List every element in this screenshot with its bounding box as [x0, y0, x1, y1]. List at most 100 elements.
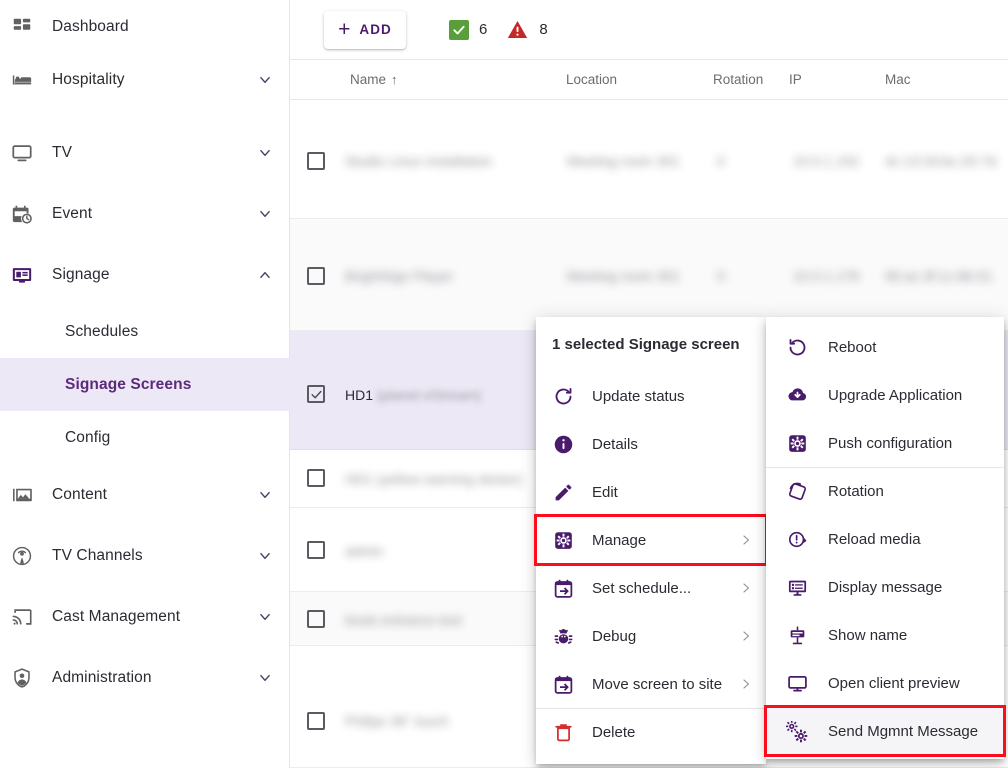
- table-header-row: Name ↑ Location Rotation IP Mac: [290, 60, 1008, 100]
- sidebar-item-label: Signage Screens: [65, 375, 192, 393]
- sidebar-item-event[interactable]: Event: [0, 187, 290, 240]
- chevron-down-icon[interactable]: [258, 73, 272, 87]
- menu-item-set-schedule[interactable]: Set schedule...: [536, 564, 766, 612]
- cell-name: HD1 (planet eStream): [345, 387, 481, 403]
- warning-icon[interactable]: [507, 20, 529, 40]
- sidebar-item-signage-screens[interactable]: Signage Screens: [0, 358, 290, 411]
- row-checkbox[interactable]: [307, 541, 325, 559]
- sidebar-item-config[interactable]: Config: [0, 411, 290, 464]
- submenu-item-label: Rotation: [828, 483, 884, 500]
- chevron-down-icon[interactable]: [258, 671, 272, 685]
- info-icon: [552, 433, 574, 455]
- sidebar-item-label: Schedules: [65, 322, 139, 340]
- event-icon: [10, 202, 34, 226]
- content-icon: [10, 483, 34, 507]
- menu-item-edit[interactable]: Edit: [536, 468, 766, 516]
- menu-item-update-status[interactable]: Update status: [536, 372, 766, 420]
- column-header-name[interactable]: Name ↑: [350, 72, 398, 87]
- menu-item-move-screen-to-site[interactable]: Move screen to site: [536, 660, 766, 708]
- manage-submenu: Reboot Upgrade Application Push configur…: [764, 317, 1006, 759]
- chevron-down-icon[interactable]: [258, 146, 272, 160]
- cell-ip: 10.0.1.152: [793, 153, 860, 169]
- sidebar-item-hospitality[interactable]: Hospitality: [0, 53, 290, 106]
- column-label: Mac: [885, 72, 911, 87]
- sidebar-item-label: Dashboard: [52, 17, 129, 35]
- add-button-label: ADD: [359, 22, 392, 37]
- monitor-icon: [786, 672, 808, 694]
- sidebar-item-schedules[interactable]: Schedules: [0, 305, 290, 358]
- submenu-item-send-mgmnt-message[interactable]: Send Mgmnt Message: [764, 705, 1006, 757]
- cell-name: Philips 36" touch: [345, 713, 449, 729]
- cell-rotation: 0: [717, 268, 725, 284]
- chevron-up-icon[interactable]: [258, 268, 272, 282]
- cell-name-prefix: HD1: [345, 387, 377, 403]
- column-label: IP: [789, 72, 802, 87]
- submenu-item-label: Display message: [828, 578, 943, 596]
- submenu-item-open-client-preview[interactable]: Open client preview: [766, 659, 1004, 707]
- menu-item-label: Move screen to site: [592, 675, 723, 693]
- cell-location: Meeting room 301: [567, 153, 680, 169]
- sidebar-item-tv[interactable]: TV: [0, 126, 290, 179]
- add-button[interactable]: + ADD: [324, 10, 406, 49]
- column-header-rotation[interactable]: Rotation: [713, 72, 763, 87]
- menu-item-label: Set schedule...: [592, 579, 692, 597]
- submenu-item-label: Show name: [828, 626, 908, 644]
- toolbar: + ADD 6 8: [290, 0, 1008, 60]
- sidebar-item-label: Config: [65, 428, 111, 446]
- submenu-item-upgrade-application[interactable]: Upgrade Application: [766, 371, 1004, 419]
- display-message-icon: [786, 576, 808, 598]
- check-icon[interactable]: [449, 19, 469, 40]
- column-header-ip[interactable]: IP: [789, 72, 802, 87]
- table-row[interactable]: BrightSign Player Meeting room 301 0 10.…: [290, 219, 1008, 331]
- sidebar-item-label: Signage: [52, 265, 110, 283]
- dashboard-icon: [10, 15, 34, 39]
- row-checkbox[interactable]: [307, 712, 325, 730]
- chevron-down-icon[interactable]: [258, 549, 272, 563]
- row-checkbox[interactable]: [307, 152, 325, 170]
- cell-location: Meeting room 301: [567, 268, 680, 284]
- submenu-item-display-message[interactable]: Display message: [766, 563, 1004, 611]
- column-header-location[interactable]: Location: [566, 72, 617, 87]
- menu-item-label: Update status: [592, 387, 685, 405]
- row-checkbox[interactable]: [307, 610, 325, 628]
- sidebar-item-administration[interactable]: Administration: [0, 651, 290, 704]
- sidebar-item-tv-channels[interactable]: TV Channels: [0, 529, 290, 582]
- column-label: Location: [566, 72, 618, 87]
- submenu-item-reboot[interactable]: Reboot: [766, 323, 1004, 371]
- cell-mac: 4c:13:33:bc:20:7d: [885, 153, 997, 169]
- menu-item-manage[interactable]: Manage: [534, 514, 768, 566]
- table-row[interactable]: Studio Linux installation Meeting room 3…: [290, 100, 1008, 219]
- chevron-down-icon[interactable]: [258, 207, 272, 221]
- row-checkbox-checked[interactable]: [307, 385, 325, 403]
- gears-icon: [786, 720, 808, 743]
- cell-name: HD1 (yellow warning sticker): [345, 471, 523, 487]
- menu-item-details[interactable]: Details: [536, 420, 766, 468]
- sidebar-item-cast-management[interactable]: Cast Management: [0, 590, 290, 643]
- chevron-down-icon[interactable]: [258, 488, 272, 502]
- chevron-down-icon[interactable]: [258, 610, 272, 624]
- row-checkbox[interactable]: [307, 469, 325, 487]
- row-checkbox[interactable]: [307, 267, 325, 285]
- cell-name-suffix: (planet eStream): [376, 387, 482, 403]
- submenu-item-rotation[interactable]: Rotation: [766, 467, 1004, 515]
- submenu-item-label: Upgrade Application: [828, 386, 963, 404]
- bug-icon: [552, 625, 574, 647]
- column-label: Rotation: [713, 72, 764, 87]
- sidebar-item-label: Administration: [52, 668, 152, 686]
- menu-item-delete[interactable]: Delete: [536, 708, 766, 756]
- submenu-item-show-name[interactable]: Show name: [766, 611, 1004, 659]
- sidebar-item-label: Cast Management: [52, 607, 181, 625]
- refresh-icon: [552, 385, 574, 407]
- column-label: Name: [350, 72, 387, 87]
- submenu-item-push-configuration[interactable]: Push configuration: [766, 419, 1004, 467]
- warn-count: 8: [539, 21, 548, 38]
- cell-name: BrightSign Player: [345, 268, 454, 284]
- menu-item-debug[interactable]: Debug: [536, 612, 766, 660]
- submenu-item-reload-media[interactable]: Reload media: [766, 515, 1004, 563]
- menu-item-label: Manage: [592, 531, 647, 549]
- sidebar-item-label: TV: [52, 143, 73, 161]
- column-header-mac[interactable]: Mac: [885, 72, 911, 87]
- sidebar-item-content[interactable]: Content: [0, 468, 290, 521]
- sidebar-item-signage[interactable]: Signage: [0, 248, 290, 301]
- sidebar-item-dashboard[interactable]: Dashboard: [0, 0, 290, 53]
